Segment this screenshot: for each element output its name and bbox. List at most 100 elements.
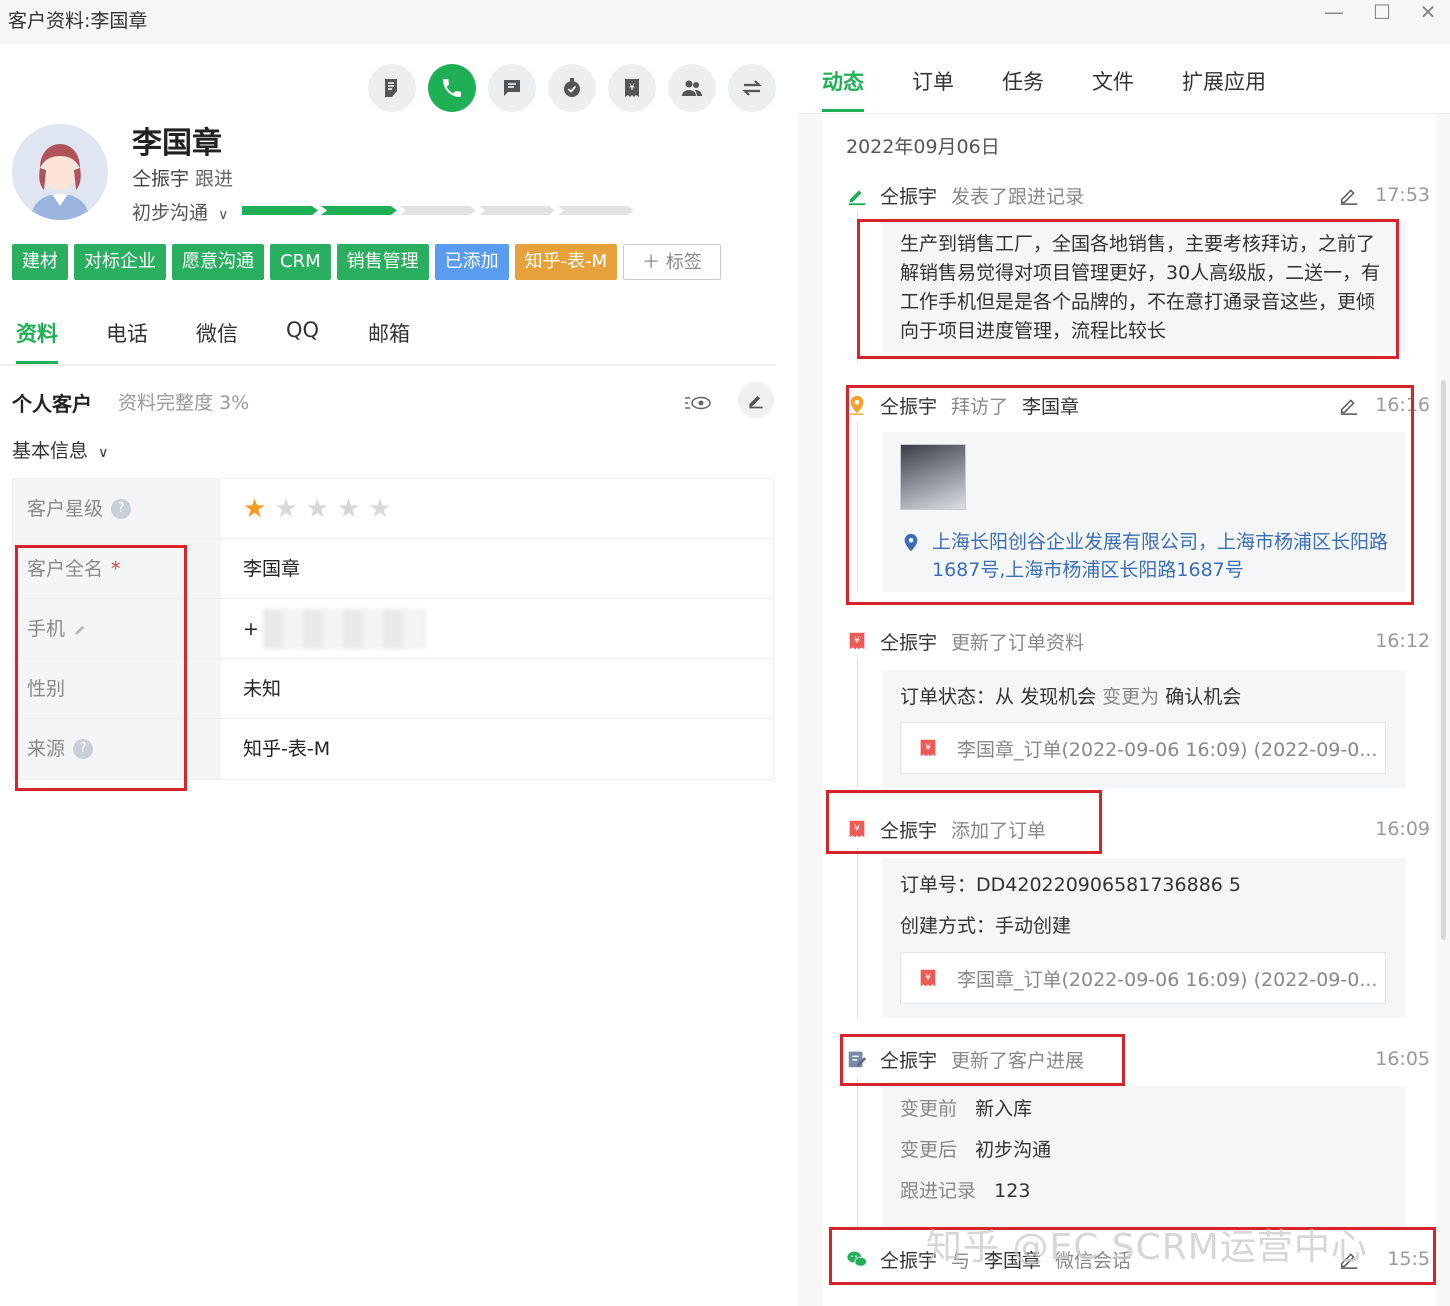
event-user[interactable]: 仝振宇 (880, 182, 937, 209)
tab-phone[interactable]: 电话 (106, 318, 148, 364)
field-value[interactable]: 李国章 (221, 539, 773, 598)
stage-progress-segment[interactable] (242, 206, 318, 215)
tag[interactable]: 知乎-表-M (514, 244, 618, 280)
follow-record-value: 123 (994, 1180, 1031, 1202)
event-object[interactable]: 李国章 (984, 1246, 1041, 1273)
star-icon[interactable]: ★ (337, 479, 360, 539)
tab-activity[interactable]: 动态 (822, 66, 864, 112)
tag[interactable]: 愿意沟通 (172, 244, 264, 280)
event-time: 16:16 (1375, 394, 1430, 416)
follow-record-button[interactable] (368, 64, 416, 112)
stage-progress-bar[interactable] (242, 206, 634, 215)
svg-text:¥: ¥ (925, 742, 931, 753)
star-rating[interactable]: ★ ★ ★ ★ ★ (243, 479, 392, 539)
follow-up-note: 生产到销售工厂，全国各地销售，主要考核拜访，之前了解销售易觉得对项目管理更好，3… (900, 233, 1381, 342)
help-icon[interactable]: ? (111, 498, 132, 519)
call-button[interactable] (428, 64, 476, 112)
tab-qq[interactable]: QQ (286, 318, 319, 364)
maximize-button[interactable]: ☐ (1360, 0, 1404, 26)
order-card-title: 李国章_订单(2022-09-06 16:09) (2022-09-0... (957, 968, 1378, 991)
tab-orders[interactable]: 订单 (912, 66, 954, 112)
help-icon[interactable]: ? (73, 739, 94, 759)
order-button[interactable]: ¥ (608, 64, 656, 112)
status-key: 订单状态： (900, 686, 996, 708)
tab-files[interactable]: 文件 (1092, 66, 1134, 112)
svg-text:¥: ¥ (854, 635, 860, 646)
field-value: ★ ★ ★ ★ ★ (221, 479, 773, 538)
tag[interactable]: 建材 (12, 244, 68, 280)
field-label: 性别 (13, 659, 221, 718)
status-to: 确认机会 (1165, 686, 1242, 708)
owner-line: 仝振宇 跟进 (132, 164, 233, 191)
order-number-line: 订单号：DD420220906581736886 5 (882, 858, 1406, 897)
event-action: 发表了跟进记录 (951, 185, 1085, 208)
field-label-text: 手机 (27, 617, 66, 640)
stage-progress-segment[interactable] (321, 206, 397, 215)
required-marker: * (111, 557, 121, 580)
event-user[interactable]: 仝振宇 (880, 392, 937, 419)
order-card[interactable]: ¥ 李国章_订单(2022-09-06 16:09) (2022-09-0... (900, 952, 1386, 1004)
edit-icon[interactable] (1338, 1248, 1360, 1270)
task-button[interactable] (548, 64, 596, 112)
minimize-button[interactable]: — (1312, 0, 1356, 26)
change-before-value: 新入库 (975, 1098, 1033, 1120)
stage-dropdown[interactable]: 初步沟通 ∨ (132, 198, 228, 225)
event-time: 16:12 (1375, 630, 1430, 652)
tag[interactable]: 已添加 (434, 244, 509, 280)
pencil-icon[interactable] (73, 621, 89, 637)
tab-tasks[interactable]: 任务 (1002, 66, 1044, 112)
field-label: 手机 (13, 599, 221, 658)
event-body: 生产到销售工厂，全国各地销售，主要考核拜访，之前了解销售易觉得对项目管理更好，3… (882, 220, 1406, 352)
field-label: 来源 ? (13, 719, 221, 779)
order-icon: ¥ (846, 818, 868, 840)
star-icon[interactable]: ★ (274, 479, 297, 539)
order-card[interactable]: ¥ 李国章_订单(2022-09-06 16:09) (2022-09-0... (900, 722, 1386, 774)
follow-record-key: 跟进记录 (900, 1180, 977, 1202)
edit-icon[interactable] (1338, 394, 1360, 416)
tag[interactable]: CRM (270, 244, 331, 280)
stage-label: 初步沟通 (132, 202, 209, 224)
field-value[interactable]: 未知 (221, 659, 773, 718)
message-button[interactable] (488, 64, 536, 112)
customer-name: 李国章 (132, 126, 222, 161)
tag[interactable]: 对标企业 (74, 244, 166, 280)
feed-scrollbar[interactable] (1441, 380, 1446, 940)
stage-progress-segment[interactable] (558, 206, 634, 215)
stage-progress-segment[interactable] (479, 206, 555, 215)
owner-name[interactable]: 仝振宇 (132, 168, 189, 190)
star-icon[interactable]: ★ (306, 479, 329, 539)
customer-avatar (12, 124, 108, 220)
stage-progress-segment[interactable] (400, 206, 476, 215)
event-user[interactable]: 仝振宇 (880, 1246, 937, 1273)
event-user[interactable]: 仝振宇 (880, 816, 937, 843)
visit-location-link[interactable]: 上海长阳创谷企业发展有限公司，上海市杨浦区长阳路1687号,上海市杨浦区长阳路1… (900, 528, 1390, 584)
event-user[interactable]: 仝振宇 (880, 1046, 937, 1073)
field-visibility-button[interactable] (682, 388, 714, 418)
transfer-button[interactable] (728, 64, 776, 112)
event-header: ¥ 仝振宇 更新了订单资料 16:12 (846, 626, 1430, 656)
add-tag-button[interactable]: ＋ 标签 (623, 244, 721, 280)
field-value[interactable]: 知乎-表-M (221, 719, 773, 779)
event-object[interactable]: 李国章 (1022, 392, 1079, 419)
order-icon: ¥ (846, 630, 868, 652)
edit-icon[interactable] (1338, 184, 1360, 206)
svg-text:¥: ¥ (854, 823, 860, 834)
star-icon[interactable]: ★ (368, 479, 391, 539)
event-header: 仝振宇 与 李国章 微信会话 15:5 (846, 1244, 1430, 1274)
contacts-button[interactable] (668, 64, 716, 112)
masked-phone-number (262, 608, 425, 649)
visit-photo[interactable] (900, 444, 966, 510)
event-user[interactable]: 仝振宇 (880, 628, 937, 655)
basic-info-toggle[interactable]: 基本信息 ∨ (12, 436, 108, 463)
field-label-text: 来源 (27, 738, 66, 760)
tag[interactable]: 销售管理 (336, 244, 429, 280)
field-value[interactable]: + (221, 599, 773, 658)
edit-profile-button[interactable] (738, 382, 774, 418)
tab-extensions[interactable]: 扩展应用 (1182, 66, 1266, 112)
star-icon[interactable]: ★ (243, 479, 266, 539)
order-icon: ¥ (920, 969, 936, 987)
tab-profile[interactable]: 资料 (16, 318, 58, 364)
close-button[interactable]: ✕ (1406, 0, 1450, 26)
tab-email[interactable]: 邮箱 (368, 318, 410, 364)
tab-wechat[interactable]: 微信 (196, 318, 238, 364)
